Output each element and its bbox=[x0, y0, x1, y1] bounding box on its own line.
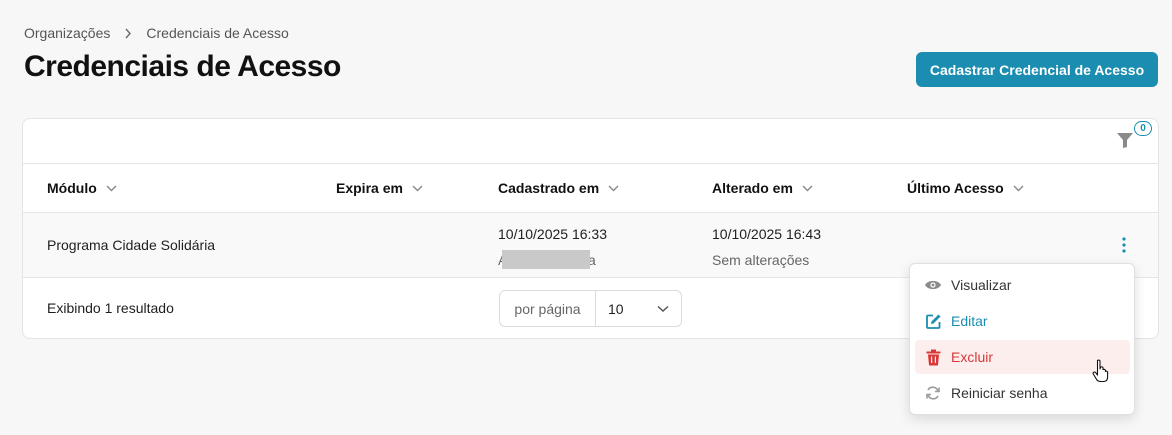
cell-alterado-em: 10/10/2025 16:43 bbox=[712, 226, 821, 242]
results-count: Exibindo 1 resultado bbox=[47, 300, 174, 316]
chevron-down-icon bbox=[412, 185, 423, 192]
column-header-cadastrado-em[interactable]: Cadastrado em bbox=[498, 164, 619, 212]
cell-alterado-sub: Sem alterações bbox=[712, 252, 810, 268]
trash-icon bbox=[924, 348, 942, 366]
breadcrumb: Organizações Credenciais de Acesso bbox=[24, 24, 289, 42]
menu-item-label: Excluir bbox=[951, 349, 994, 365]
menu-item-visualizar[interactable]: Visualizar bbox=[915, 268, 1130, 302]
chevron-right-icon bbox=[124, 28, 132, 39]
column-header-expira-em[interactable]: Expira em bbox=[336, 164, 423, 212]
breadcrumb-item-organizacoes[interactable]: Organizações bbox=[24, 25, 110, 41]
column-label: Módulo bbox=[47, 180, 97, 196]
filter-count-badge: 0 bbox=[1134, 121, 1152, 136]
per-page-value: 10 bbox=[608, 300, 624, 317]
chevron-down-icon bbox=[657, 305, 669, 312]
hand-pointer-icon bbox=[1092, 359, 1110, 388]
column-label: Cadastrado em bbox=[498, 180, 600, 196]
column-header-modulo[interactable]: Módulo bbox=[47, 164, 117, 212]
refresh-icon bbox=[924, 384, 942, 402]
cell-modulo: Programa Cidade Solidária bbox=[47, 237, 216, 253]
eye-icon bbox=[924, 276, 942, 294]
column-label: Expira em bbox=[336, 180, 403, 196]
column-header-alterado-em[interactable]: Alterado em bbox=[712, 164, 813, 212]
edit-icon bbox=[924, 312, 942, 330]
filter-button[interactable]: 0 bbox=[1114, 121, 1152, 154]
column-label: Alterado em bbox=[712, 180, 793, 196]
row-actions-menu: Visualizar Editar Excluir Reiniciar senh… bbox=[909, 263, 1135, 415]
per-page-control: por página 10 bbox=[499, 290, 682, 327]
chevron-down-icon bbox=[802, 185, 813, 192]
chevron-down-icon bbox=[106, 185, 117, 192]
cell-cadastrado-em: 10/10/2025 16:33 bbox=[498, 226, 607, 242]
per-page-label: por página bbox=[500, 291, 596, 326]
table-header: Módulo Expira em Cadastrado em Alterado … bbox=[23, 163, 1158, 213]
kebab-menu-icon bbox=[1122, 237, 1126, 253]
menu-item-editar[interactable]: Editar bbox=[915, 304, 1130, 338]
column-label: Último Acesso bbox=[907, 180, 1004, 196]
chevron-down-icon bbox=[1013, 185, 1024, 192]
page-title: Credenciais de Acesso bbox=[24, 50, 341, 83]
menu-item-label: Editar bbox=[951, 313, 988, 329]
column-header-ultimo-acesso[interactable]: Último Acesso bbox=[907, 164, 1024, 212]
per-page-select[interactable]: 10 bbox=[596, 291, 681, 326]
add-credential-button[interactable]: Cadastrar Credencial de Acesso bbox=[916, 52, 1158, 87]
menu-item-label: Reiniciar senha bbox=[951, 385, 1048, 401]
menu-item-label: Visualizar bbox=[951, 277, 1012, 293]
breadcrumb-item-current: Credenciais de Acesso bbox=[146, 25, 289, 41]
redacted-user bbox=[502, 250, 590, 269]
funnel-icon bbox=[1117, 133, 1133, 148]
row-actions-button[interactable] bbox=[1112, 235, 1136, 255]
chevron-down-icon bbox=[608, 185, 619, 192]
